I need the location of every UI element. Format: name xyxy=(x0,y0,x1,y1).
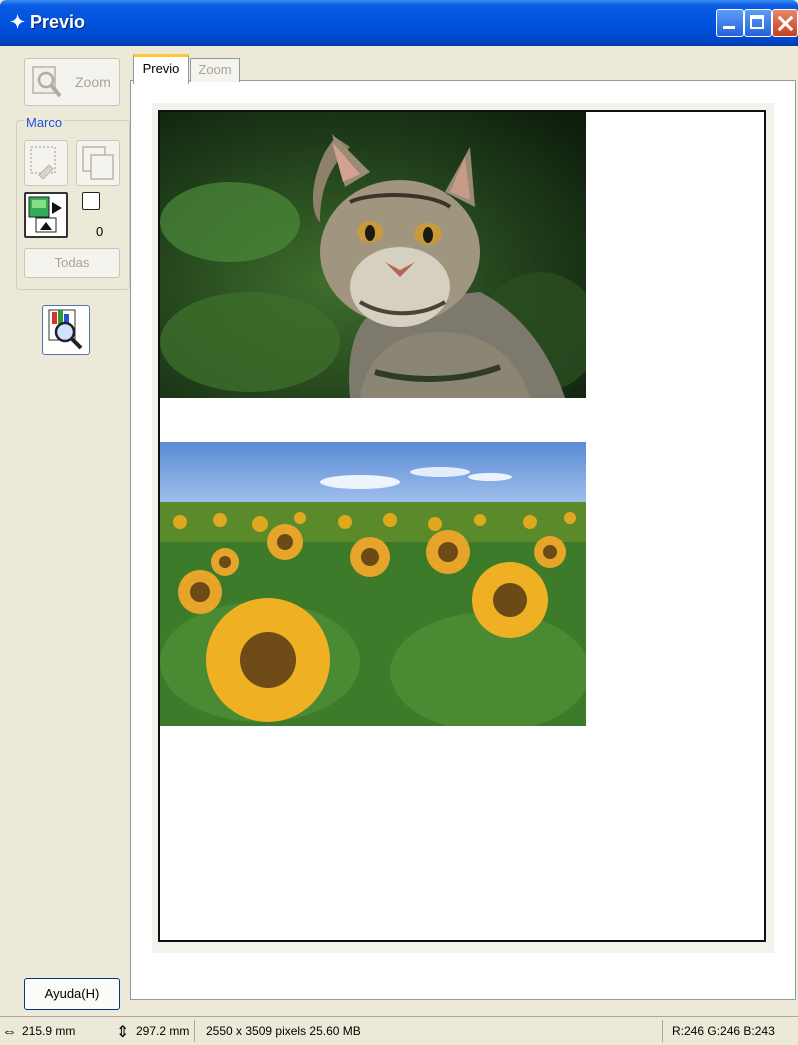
tab-previo[interactable]: Previo xyxy=(133,54,189,84)
auto-locate-button[interactable] xyxy=(24,192,68,238)
frame-checkbox[interactable] xyxy=(82,192,100,210)
minimize-button[interactable] xyxy=(716,9,744,37)
width-arrows-icon: ⇔ xyxy=(2,1023,17,1040)
status-width: 215.9 mm xyxy=(22,1024,76,1038)
help-button[interactable]: Ayuda(H) xyxy=(24,978,120,1010)
status-divider xyxy=(662,1020,663,1042)
app-icon: ✦ xyxy=(10,12,26,32)
delete-marquee-button[interactable] xyxy=(76,140,120,186)
auto-locate-icon xyxy=(28,196,62,233)
status-rgb: R:246 G:246 B:243 xyxy=(672,1024,775,1038)
histogram-magnifier-icon xyxy=(48,309,83,350)
title-bar[interactable]: ✦ Previo xyxy=(0,0,798,46)
help-button-label: Ayuda(H) xyxy=(44,986,100,1001)
tab-zoom[interactable]: Zoom xyxy=(190,58,240,82)
image-adjust-button[interactable] xyxy=(42,305,90,355)
zoom-magnifier-icon xyxy=(32,66,62,98)
zoom-button-label: Zoom xyxy=(75,74,111,90)
status-height: 297.2 mm xyxy=(136,1024,190,1038)
status-pixels: 2550 x 3509 pixels 25.60 MB xyxy=(206,1024,361,1038)
window-title: Previo xyxy=(30,12,86,32)
sunflower-field-photo[interactable] xyxy=(160,442,586,726)
todas-button[interactable]: Todas xyxy=(24,248,120,278)
frame-count: 0 xyxy=(96,224,104,239)
close-button[interactable] xyxy=(772,9,798,37)
maximize-button[interactable] xyxy=(744,9,772,37)
tab-previo-label: Previo xyxy=(142,61,180,76)
cat-photo[interactable] xyxy=(160,112,586,398)
marquee-copy-icon xyxy=(82,146,114,180)
status-bar: ⇔ 215.9 mm ⇕ 297.2 mm 2550 x 3509 pixels… xyxy=(0,1016,798,1045)
marco-group-label: Marco xyxy=(24,115,65,130)
status-divider xyxy=(194,1020,195,1042)
height-arrows-icon: ⇕ xyxy=(116,1024,130,1041)
tab-zoom-label: Zoom xyxy=(198,62,232,77)
todas-button-label: Todas xyxy=(54,255,90,270)
zoom-button[interactable]: Zoom xyxy=(24,58,120,106)
marquee-create-icon xyxy=(30,146,56,180)
create-marquee-button[interactable] xyxy=(24,140,68,186)
